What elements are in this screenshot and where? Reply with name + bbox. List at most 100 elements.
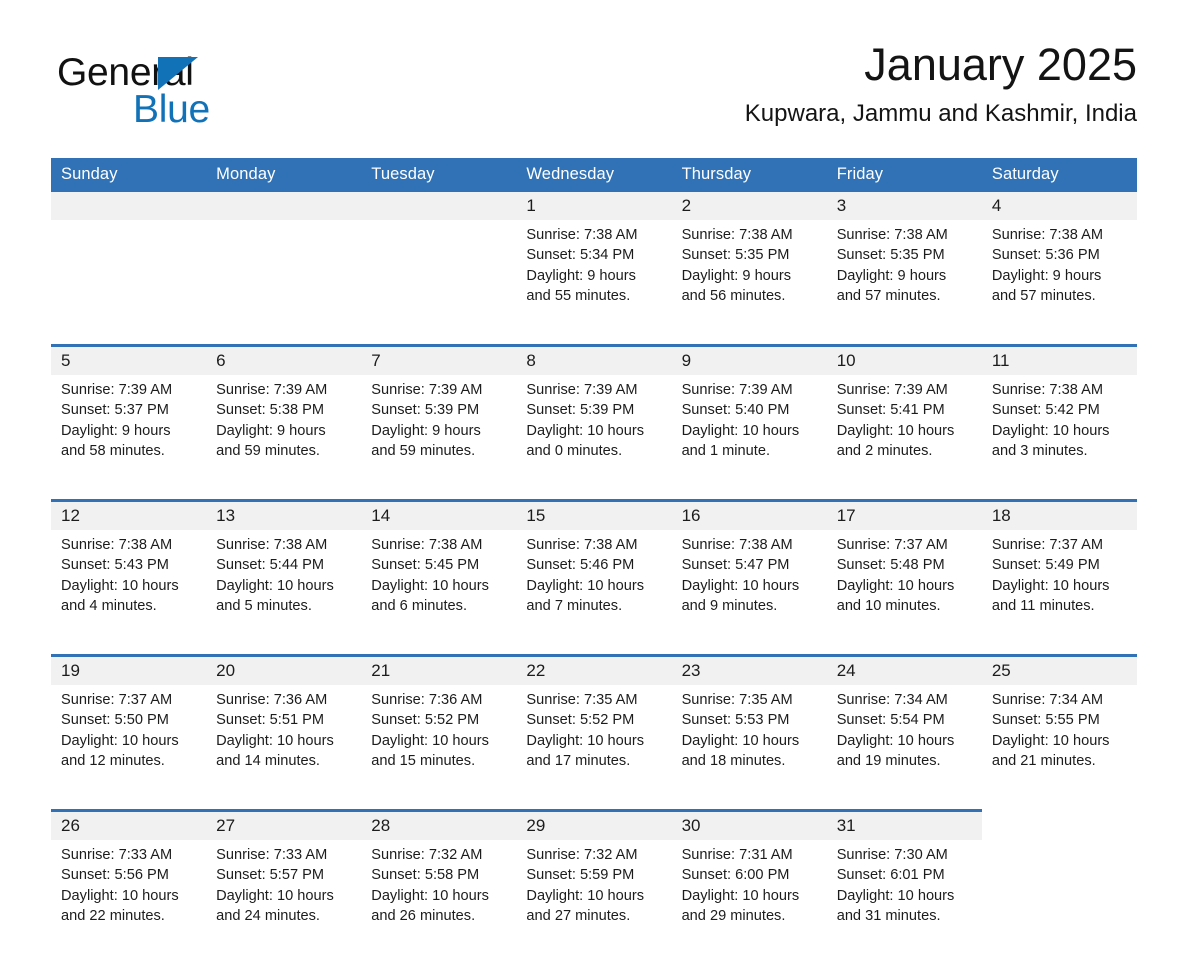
day-detail-cell[interactable] (361, 220, 517, 346)
day-number-cell[interactable]: 23 (671, 654, 827, 685)
day-number-cell[interactable]: 6 (206, 344, 362, 375)
day-detail-cell[interactable]: Sunrise: 7:34 AM Sunset: 5:54 PM Dayligh… (826, 685, 982, 811)
day-detail-cell[interactable]: Sunrise: 7:39 AM Sunset: 5:39 PM Dayligh… (361, 375, 517, 501)
day-number-cell[interactable]: 15 (516, 499, 672, 530)
day-number-cell[interactable]: 19 (51, 654, 207, 685)
day-number-cell[interactable]: 30 (671, 809, 827, 840)
day-detail-cell[interactable]: Sunrise: 7:38 AM Sunset: 5:46 PM Dayligh… (516, 530, 672, 656)
day-detail-cell[interactable]: Sunrise: 7:38 AM Sunset: 5:45 PM Dayligh… (361, 530, 517, 656)
day-number-cell[interactable]: 17 (826, 499, 982, 530)
day-detail-cell[interactable]: Sunrise: 7:39 AM Sunset: 5:39 PM Dayligh… (516, 375, 672, 501)
sunset-text: Sunset: 5:35 PM (836, 247, 945, 264)
day-number-cell[interactable]: 27 (206, 809, 362, 840)
day-detail-cell[interactable]: Sunrise: 7:38 AM Sunset: 5:34 PM Dayligh… (516, 220, 672, 346)
day-detail-cell[interactable]: Sunrise: 7:38 AM Sunset: 5:44 PM Dayligh… (206, 530, 362, 656)
day-detail-cell[interactable]: Sunrise: 7:37 AM Sunset: 5:48 PM Dayligh… (826, 530, 982, 656)
day-detail-cell[interactable]: Sunrise: 7:39 AM Sunset: 5:40 PM Dayligh… (671, 375, 827, 501)
day-detail-cell[interactable]: Sunrise: 7:33 AM Sunset: 5:57 PM Dayligh… (206, 840, 362, 964)
day-number-cell[interactable]: 8 (516, 344, 672, 375)
sunrise-text: Sunrise: 7:39 AM (216, 382, 328, 398)
daylight-text: Daylight: 10 hours and 29 minutes. (681, 887, 800, 924)
sunrise-text: Sunrise: 7:38 AM (991, 227, 1103, 243)
day-detail-cell[interactable]: Sunrise: 7:36 AM Sunset: 5:51 PM Dayligh… (206, 685, 362, 811)
daylight-text: Daylight: 10 hours and 15 minutes. (371, 732, 489, 769)
day-number-cell[interactable]: 29 (516, 809, 672, 840)
sunrise-text: Sunrise: 7:36 AM (216, 692, 328, 708)
day-detail-cell[interactable]: Sunrise: 7:37 AM Sunset: 5:49 PM Dayligh… (981, 530, 1137, 656)
day-number-cell[interactable]: 24 (826, 654, 982, 685)
day-number-cell[interactable]: 13 (206, 499, 362, 530)
sunrise-text: Sunrise: 7:38 AM (681, 537, 793, 553)
week-row-details: Sunrise: 7:33 AM Sunset: 5:56 PM Dayligh… (51, 840, 1137, 964)
day-detail-cell[interactable] (206, 220, 362, 346)
day-number-cell[interactable]: 26 (51, 809, 207, 840)
calendar-table: Sunday Monday Tuesday Wednesday Thursday… (51, 158, 1137, 964)
sunset-text: Sunset: 5:51 PM (216, 712, 325, 729)
daylight-text: Daylight: 10 hours and 17 minutes. (526, 732, 645, 769)
day-detail-cell[interactable]: Sunrise: 7:38 AM Sunset: 5:47 PM Dayligh… (671, 530, 827, 656)
generalblue-logo[interactable]: General Blue (57, 52, 317, 136)
day-number-cell[interactable]: 31 (826, 809, 982, 840)
day-number-cell[interactable] (206, 192, 362, 220)
day-number-cell[interactable]: 20 (206, 654, 362, 685)
day-detail-cell[interactable]: Sunrise: 7:33 AM Sunset: 5:56 PM Dayligh… (51, 840, 207, 964)
day-number-cell[interactable]: 3 (826, 192, 982, 220)
week-row-daynumbers: 5 6 7 8 9 10 11 (51, 344, 1137, 375)
day-number-cell[interactable]: 7 (361, 344, 517, 375)
day-detail-cell (981, 840, 1137, 964)
day-detail-cell[interactable]: Sunrise: 7:31 AM Sunset: 6:00 PM Dayligh… (671, 840, 827, 964)
day-detail-cell[interactable]: Sunrise: 7:39 AM Sunset: 5:38 PM Dayligh… (206, 375, 362, 501)
daylight-text: Daylight: 10 hours and 19 minutes. (836, 732, 955, 769)
day-detail-cell[interactable]: Sunrise: 7:38 AM Sunset: 5:35 PM Dayligh… (671, 220, 827, 346)
day-detail-cell[interactable]: Sunrise: 7:35 AM Sunset: 5:52 PM Dayligh… (516, 685, 672, 811)
daylight-text: Daylight: 9 hours and 57 minutes. (991, 267, 1102, 304)
daylight-text: Daylight: 10 hours and 18 minutes. (681, 732, 800, 769)
day-detail-cell[interactable] (51, 220, 207, 346)
day-detail-cell[interactable]: Sunrise: 7:38 AM Sunset: 5:36 PM Dayligh… (981, 220, 1137, 346)
sunset-text: Sunset: 5:52 PM (371, 712, 480, 729)
day-detail-cell[interactable]: Sunrise: 7:38 AM Sunset: 5:43 PM Dayligh… (51, 530, 207, 656)
day-number-cell[interactable]: 4 (981, 192, 1137, 220)
day-detail-cell[interactable]: Sunrise: 7:32 AM Sunset: 5:58 PM Dayligh… (361, 840, 517, 964)
daylight-text: Daylight: 9 hours and 55 minutes. (526, 267, 636, 304)
daylight-text: Daylight: 10 hours and 5 minutes. (216, 577, 334, 614)
day-number-cell[interactable] (361, 192, 517, 220)
day-number-cell[interactable]: 10 (826, 344, 982, 375)
day-number-cell[interactable] (51, 192, 207, 220)
sunrise-text: Sunrise: 7:32 AM (526, 847, 638, 863)
day-detail-cell[interactable]: Sunrise: 7:37 AM Sunset: 5:50 PM Dayligh… (51, 685, 207, 811)
day-number-cell[interactable]: 28 (361, 809, 517, 840)
flag-triangle-icon (158, 57, 198, 90)
sunset-text: Sunset: 5:41 PM (836, 402, 945, 419)
day-number-cell[interactable]: 12 (51, 499, 207, 530)
day-number-cell[interactable]: 22 (516, 654, 672, 685)
day-number-cell[interactable]: 1 (516, 192, 672, 220)
day-detail-cell[interactable]: Sunrise: 7:30 AM Sunset: 6:01 PM Dayligh… (826, 840, 982, 964)
day-number-cell[interactable]: 5 (51, 344, 207, 375)
day-detail-cell[interactable]: Sunrise: 7:38 AM Sunset: 5:42 PM Dayligh… (981, 375, 1137, 501)
day-number-cell[interactable]: 14 (361, 499, 517, 530)
day-number-cell[interactable]: 11 (981, 344, 1137, 375)
day-number-cell[interactable]: 2 (671, 192, 827, 220)
sunset-text: Sunset: 5:35 PM (681, 247, 790, 264)
sunset-text: Sunset: 5:49 PM (991, 557, 1100, 574)
day-detail-cell[interactable]: Sunrise: 7:35 AM Sunset: 5:53 PM Dayligh… (671, 685, 827, 811)
day-detail-cell[interactable]: Sunrise: 7:34 AM Sunset: 5:55 PM Dayligh… (981, 685, 1137, 811)
day-number-cell[interactable]: 16 (671, 499, 827, 530)
sunset-text: Sunset: 5:48 PM (836, 557, 945, 574)
day-number-cell[interactable]: 21 (361, 654, 517, 685)
day-detail-cell[interactable]: Sunrise: 7:32 AM Sunset: 5:59 PM Dayligh… (516, 840, 672, 964)
day-number-cell[interactable]: 25 (981, 654, 1137, 685)
title-block: January 2025 Kupwara, Jammu and Kashmir,… (745, 36, 1137, 131)
day-detail-cell[interactable]: Sunrise: 7:39 AM Sunset: 5:41 PM Dayligh… (826, 375, 982, 501)
day-detail-cell[interactable]: Sunrise: 7:36 AM Sunset: 5:52 PM Dayligh… (361, 685, 517, 811)
day-number-cell[interactable]: 9 (671, 344, 827, 375)
sunset-text: Sunset: 5:34 PM (526, 247, 635, 264)
sunset-text: Sunset: 5:38 PM (216, 402, 325, 419)
weekday-header-thursday: Thursday (671, 158, 827, 192)
day-detail-cell[interactable]: Sunrise: 7:39 AM Sunset: 5:37 PM Dayligh… (51, 375, 207, 501)
day-number-cell[interactable]: 18 (981, 499, 1137, 530)
day-detail-cell[interactable]: Sunrise: 7:38 AM Sunset: 5:35 PM Dayligh… (826, 220, 982, 346)
sunset-text: Sunset: 6:01 PM (836, 867, 945, 884)
daylight-text: Daylight: 9 hours and 59 minutes. (216, 422, 326, 459)
